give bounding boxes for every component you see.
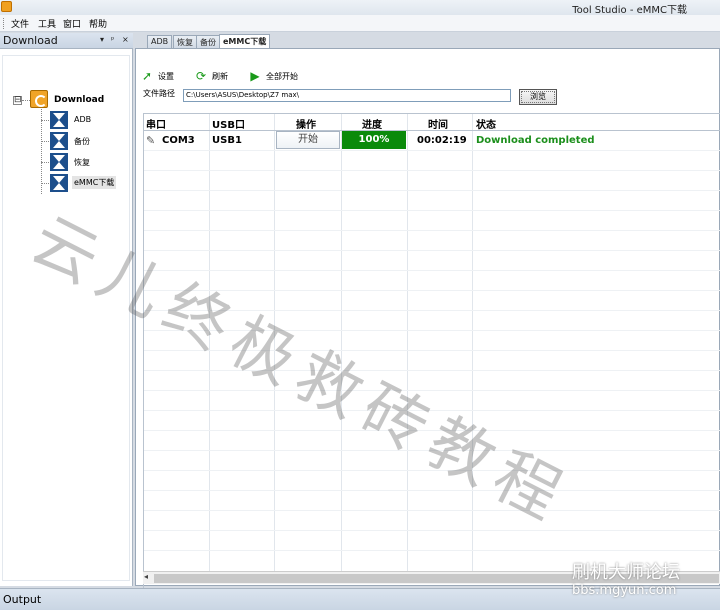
forum-watermark: 刷机大师论坛 xyxy=(572,562,680,583)
grid-column-line xyxy=(209,114,210,574)
cell-time: 00:02:19 xyxy=(417,135,467,146)
tree-connector xyxy=(41,109,42,194)
output-panel-title: Output xyxy=(3,593,42,606)
progress-bar: 100% xyxy=(342,131,406,149)
grid-row-line xyxy=(144,370,720,371)
cell-status: Download completed xyxy=(476,135,595,146)
scroll-left-icon[interactable]: ◂ xyxy=(144,572,148,581)
tab-backup[interactable]: 备份 xyxy=(196,35,220,48)
main-area: ADB 恢复 备份 eMMC下载 ➚ 设置 ⟳ 刷新 ▶ 全部开始 文件路径 C… xyxy=(135,33,720,588)
tree-connector xyxy=(41,162,49,163)
grid-row-line xyxy=(144,210,720,211)
grid-column-line xyxy=(341,114,342,574)
refresh-icon: ⟳ xyxy=(195,69,207,83)
grid-row-line xyxy=(144,450,720,451)
start-button[interactable]: 开始 xyxy=(276,131,340,149)
grid-row-line xyxy=(144,430,720,431)
menu-help[interactable]: 帮助 xyxy=(89,17,107,30)
tree-connector xyxy=(41,120,49,121)
grid-row-line xyxy=(144,230,720,231)
panel-pin-button[interactable]: ᵖ xyxy=(111,35,114,44)
grid-row-line xyxy=(144,170,720,171)
tab-restore[interactable]: 恢复 xyxy=(173,35,197,48)
title-bar: Tool Studio - eMMC下载 xyxy=(0,0,720,16)
grid-row-line xyxy=(144,250,720,251)
device-grid: 串口 USB口 操作 进度 时间 状态 ✎ COM3 USB1 开始 100% … xyxy=(143,113,720,588)
tree-root-download[interactable]: Download xyxy=(54,95,104,105)
arrow-right-icon: ➚ xyxy=(141,69,153,83)
download-panel-header: Download ▾ ᵖ × xyxy=(0,33,133,49)
grid-column-line xyxy=(472,114,473,574)
settings-label: 设置 xyxy=(158,72,174,81)
menu-grip xyxy=(3,18,5,29)
header-progress: 进度 xyxy=(362,120,382,131)
menu-window[interactable]: 窗口 xyxy=(63,17,81,30)
grid-row-line xyxy=(144,270,720,271)
tab-strip: ADB 恢复 备份 eMMC下载 xyxy=(135,33,720,48)
window-title: Tool Studio - eMMC下载 xyxy=(572,5,687,16)
tree-item-adb[interactable]: ADB xyxy=(72,114,93,125)
grid-row-line xyxy=(144,490,720,491)
start-all-label: 全部开始 xyxy=(266,72,298,81)
tree-item-emmc-download[interactable]: eMMC下载 xyxy=(72,176,117,189)
tree-connector xyxy=(41,141,49,142)
progress-text: 100% xyxy=(358,134,390,145)
hourglass-icon xyxy=(50,111,68,129)
file-path-field[interactable]: C:\Users\ASUS\Desktop\Z7 max\ xyxy=(183,89,511,102)
play-icon: ▶ xyxy=(250,69,260,83)
grid-row-line xyxy=(144,190,720,191)
app-icon xyxy=(1,1,12,12)
grid-row-line xyxy=(144,350,720,351)
header-time: 时间 xyxy=(428,120,448,131)
serial-port-icon: ✎ xyxy=(146,134,156,147)
tree-view: ⊟ Download ADB 备份 恢复 eMMC下载 xyxy=(2,55,130,581)
grid-row-line xyxy=(144,510,720,511)
download-icon xyxy=(30,90,48,108)
cell-usb: USB1 xyxy=(212,135,242,146)
grid-row-line xyxy=(144,390,720,391)
header-status: 状态 xyxy=(476,120,496,131)
panel-close-button[interactable]: × xyxy=(122,35,129,44)
grid-row-line xyxy=(144,290,720,291)
download-panel: Download ▾ ᵖ × ⊟ Download ADB 备份 恢复 eMMC… xyxy=(0,33,133,586)
menu-tools[interactable]: 工具 xyxy=(38,17,56,30)
header-port: 串口 xyxy=(146,120,166,131)
grid-row-line xyxy=(144,550,720,551)
grid-row-line xyxy=(144,310,720,311)
grid-column-line xyxy=(274,114,275,574)
cell-port: COM3 xyxy=(162,135,195,146)
hourglass-icon xyxy=(50,132,68,150)
hourglass-icon xyxy=(50,174,68,192)
grid-row-line xyxy=(144,530,720,531)
header-separator xyxy=(144,130,720,131)
tree-collapse-toggle[interactable]: ⊟ xyxy=(13,96,22,105)
browse-button[interactable]: 浏览 xyxy=(519,89,557,105)
grid-row-line xyxy=(144,470,720,471)
tree-item-backup[interactable]: 备份 xyxy=(72,135,92,148)
emmc-download-view: ➚ 设置 ⟳ 刷新 ▶ 全部开始 文件路径 C:\Users\ASUS\Desk… xyxy=(135,48,720,588)
menu-file[interactable]: 文件 xyxy=(11,17,29,30)
grid-row-line xyxy=(144,150,720,151)
hourglass-icon xyxy=(50,153,68,171)
panel-menu-button[interactable]: ▾ xyxy=(100,35,104,44)
tree-connector xyxy=(41,183,49,184)
grid-row-line xyxy=(144,410,720,411)
tree-connector xyxy=(22,100,30,101)
header-action: 操作 xyxy=(296,120,316,131)
tab-emmc-download[interactable]: eMMC下载 xyxy=(219,34,271,48)
tree-item-restore[interactable]: 恢复 xyxy=(72,156,92,169)
forum-url-watermark: bbs.mgyun.com xyxy=(572,583,677,598)
grid-row-line xyxy=(144,330,720,331)
header-usb: USB口 xyxy=(212,120,245,131)
refresh-label: 刷新 xyxy=(212,72,228,81)
tab-adb[interactable]: ADB xyxy=(147,35,173,48)
grid-column-line xyxy=(407,114,408,574)
panel-title: Download xyxy=(3,34,58,47)
menu-bar: 文件 工具 窗口 帮助 xyxy=(0,15,720,32)
file-path-label: 文件路径 xyxy=(143,89,175,98)
